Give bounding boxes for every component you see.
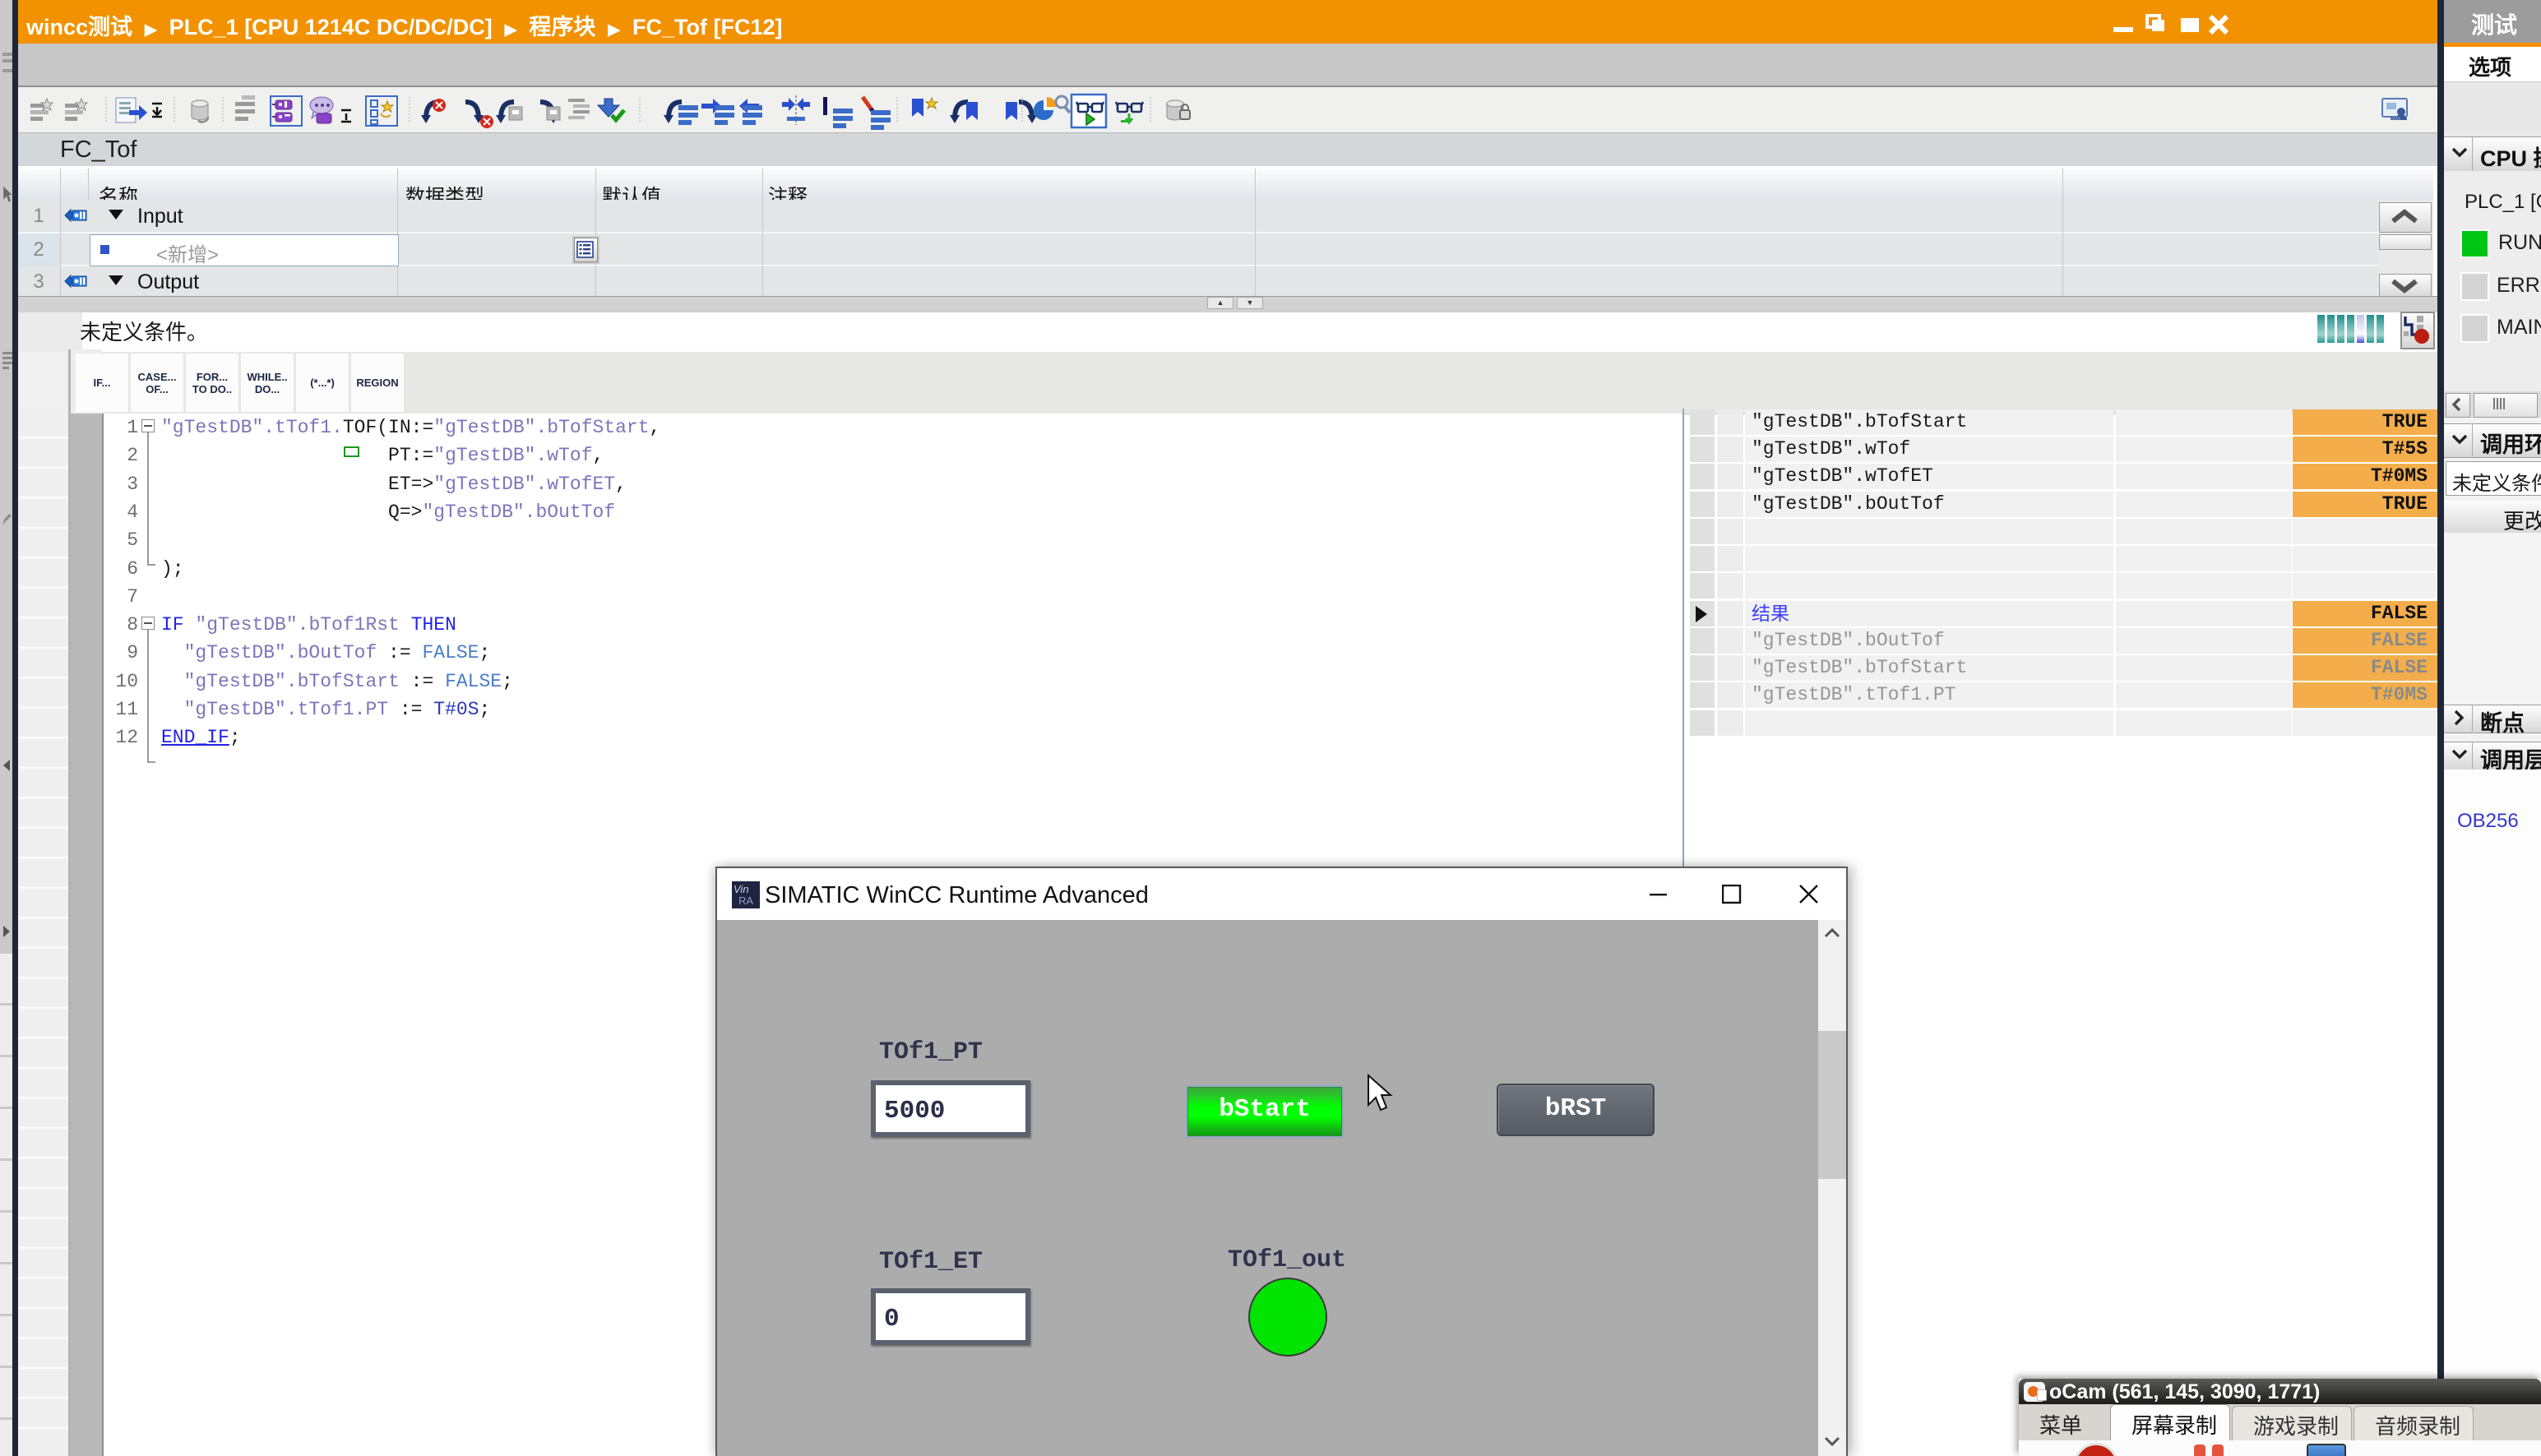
svg-text:RA: RA: [738, 894, 753, 907]
svg-text:Vin: Vin: [734, 883, 749, 895]
